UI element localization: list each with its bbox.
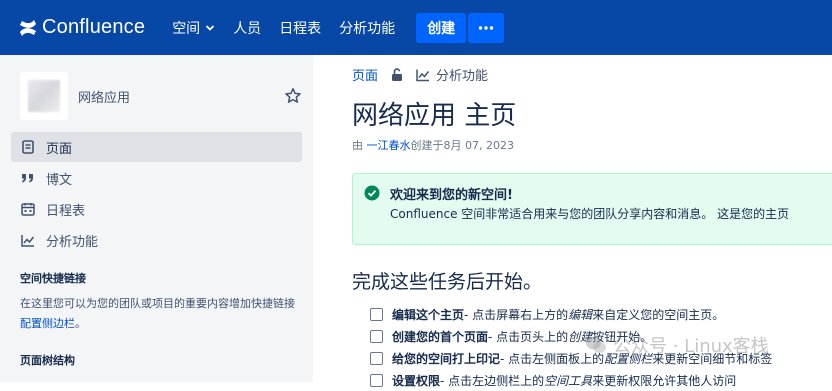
- breadcrumb-pages-link[interactable]: 页面: [352, 65, 378, 84]
- task-text: 来自定义您的空间主页。: [592, 307, 725, 322]
- shortcuts-description-text: 在这里您可以为您的团队或项目的重要内容增加快捷链接: [20, 297, 295, 310]
- space-name[interactable]: 网络应用: [78, 87, 284, 106]
- watermark-text: 公众号 · Linux客栈: [613, 336, 769, 357]
- analytics-icon: [20, 232, 36, 248]
- task-item: 设置权限 - 点击左边侧栏上的 空间工具 来更新权限允许其他人访问: [370, 369, 772, 391]
- breadcrumb: 页面 分析功能: [352, 65, 488, 84]
- nav-calendars[interactable]: 日程表: [270, 12, 330, 44]
- shortcuts-description-end: 。: [75, 317, 86, 330]
- task-checkbox[interactable]: [370, 307, 383, 321]
- create-button[interactable]: 创建: [416, 12, 467, 43]
- shortcuts-heading: 空间快捷链接: [20, 272, 86, 285]
- sidebar-item-label: 页面: [46, 141, 73, 157]
- page-analytics-label: 分析功能: [436, 69, 489, 84]
- main-nav: 空间 人员 日程表 分析功能: [163, 12, 404, 44]
- page-title: 网络应用 主页: [352, 101, 517, 131]
- task-checkbox[interactable]: [370, 351, 383, 365]
- sidebar-nav: 页面 博文 日程表 分析功能: [0, 132, 313, 255]
- task-title: 编辑这个主页: [392, 307, 465, 322]
- shortcuts-description: 在这里您可以为您的团队或项目的重要内容增加快捷链接配置侧边栏。: [20, 294, 303, 334]
- author-link[interactable]: 一江春水: [367, 139, 411, 152]
- page-tree-heading: 页面树结构: [20, 354, 75, 367]
- sidebar-item-label: 日程表: [46, 203, 86, 219]
- space-sidebar: 网络应用 页面 博文 日程表 分析功能 空间快捷链接 在这里您可以为您的团队或项…: [0, 55, 313, 382]
- task-emphasis: 编辑: [568, 307, 593, 322]
- task-text: - 点击页头上的: [488, 329, 569, 344]
- app-name: Confluence: [42, 16, 146, 38]
- task-checkbox[interactable]: [370, 329, 383, 343]
- tasks-heading: 完成这些任务后开始。: [352, 271, 543, 293]
- task-text: 来更新权限允许其他人访问: [592, 373, 737, 388]
- task-text: - 点击屏幕右上方的: [464, 307, 569, 322]
- space-header: 网络应用: [0, 63, 313, 129]
- restrictions-button[interactable]: [390, 67, 410, 82]
- calendar-icon: [20, 201, 36, 217]
- task-text: - 点击左边侧栏上的: [440, 373, 545, 388]
- watermark: 公众号 · Linux客栈: [585, 332, 769, 358]
- wechat-icon: [586, 336, 606, 353]
- confluence-logo-icon: [20, 19, 36, 36]
- more-icon: [478, 25, 494, 30]
- quote-icon: [20, 170, 36, 186]
- byline-date: 创建于8月 07, 2023: [410, 139, 514, 152]
- space-avatar[interactable]: [20, 72, 68, 120]
- sidebar-item-label: 博文: [46, 172, 73, 188]
- page-byline: 由 一江春水创建于8月 07, 2023: [352, 137, 514, 153]
- nav-spaces-label: 空间: [172, 20, 201, 37]
- task-title: 创建您的首个页面: [392, 329, 489, 344]
- sidebar-item-pages[interactable]: 页面: [11, 132, 302, 162]
- star-icon[interactable]: [284, 87, 302, 105]
- sidebar-item-calendars[interactable]: 日程表: [11, 194, 302, 224]
- sidebar-item-blog[interactable]: 博文: [11, 163, 302, 193]
- more-create-options-button[interactable]: [468, 12, 505, 43]
- nav-spaces[interactable]: 空间: [163, 12, 224, 44]
- nav-analytics[interactable]: 分析功能: [330, 12, 404, 44]
- task-title: 设置权限: [392, 373, 441, 388]
- chevron-down-icon: [206, 24, 215, 31]
- confluence-logo[interactable]: Confluence: [18, 16, 145, 39]
- nav-people[interactable]: 人员: [224, 12, 270, 44]
- task-title: 给您的空间打上印记: [392, 351, 501, 366]
- page-analytics-link[interactable]: 分析功能: [416, 65, 488, 84]
- check-circle-icon: [364, 185, 380, 201]
- panel-text: Confluence 空间非常适合用来与您的团队分享内容和消息。 这是您的主页: [390, 207, 790, 221]
- success-panel: 欢迎来到您的新空间! Confluence 空间非常适合用来与您的团队分享内容和…: [352, 173, 832, 245]
- task-item: 编辑这个主页 - 点击屏幕右上方的 编辑 来自定义您的空间主页。: [370, 303, 772, 325]
- configure-sidebar-link[interactable]: 配置侧边栏: [20, 317, 75, 330]
- task-emphasis: 空间工具: [544, 373, 593, 388]
- sidebar-item-label: 分析功能: [46, 234, 99, 250]
- unlock-icon: [392, 67, 403, 81]
- sidebar-item-analytics[interactable]: 分析功能: [11, 225, 302, 255]
- panel-title: 欢迎来到您的新空间!: [390, 188, 513, 203]
- top-navigation-bar: Confluence 空间 人员 日程表 分析功能 创建: [0, 0, 832, 55]
- page-icon: [20, 139, 36, 155]
- task-checkbox[interactable]: [370, 373, 383, 387]
- analytics-icon: [416, 69, 430, 81]
- byline-prefix: 由: [352, 139, 363, 152]
